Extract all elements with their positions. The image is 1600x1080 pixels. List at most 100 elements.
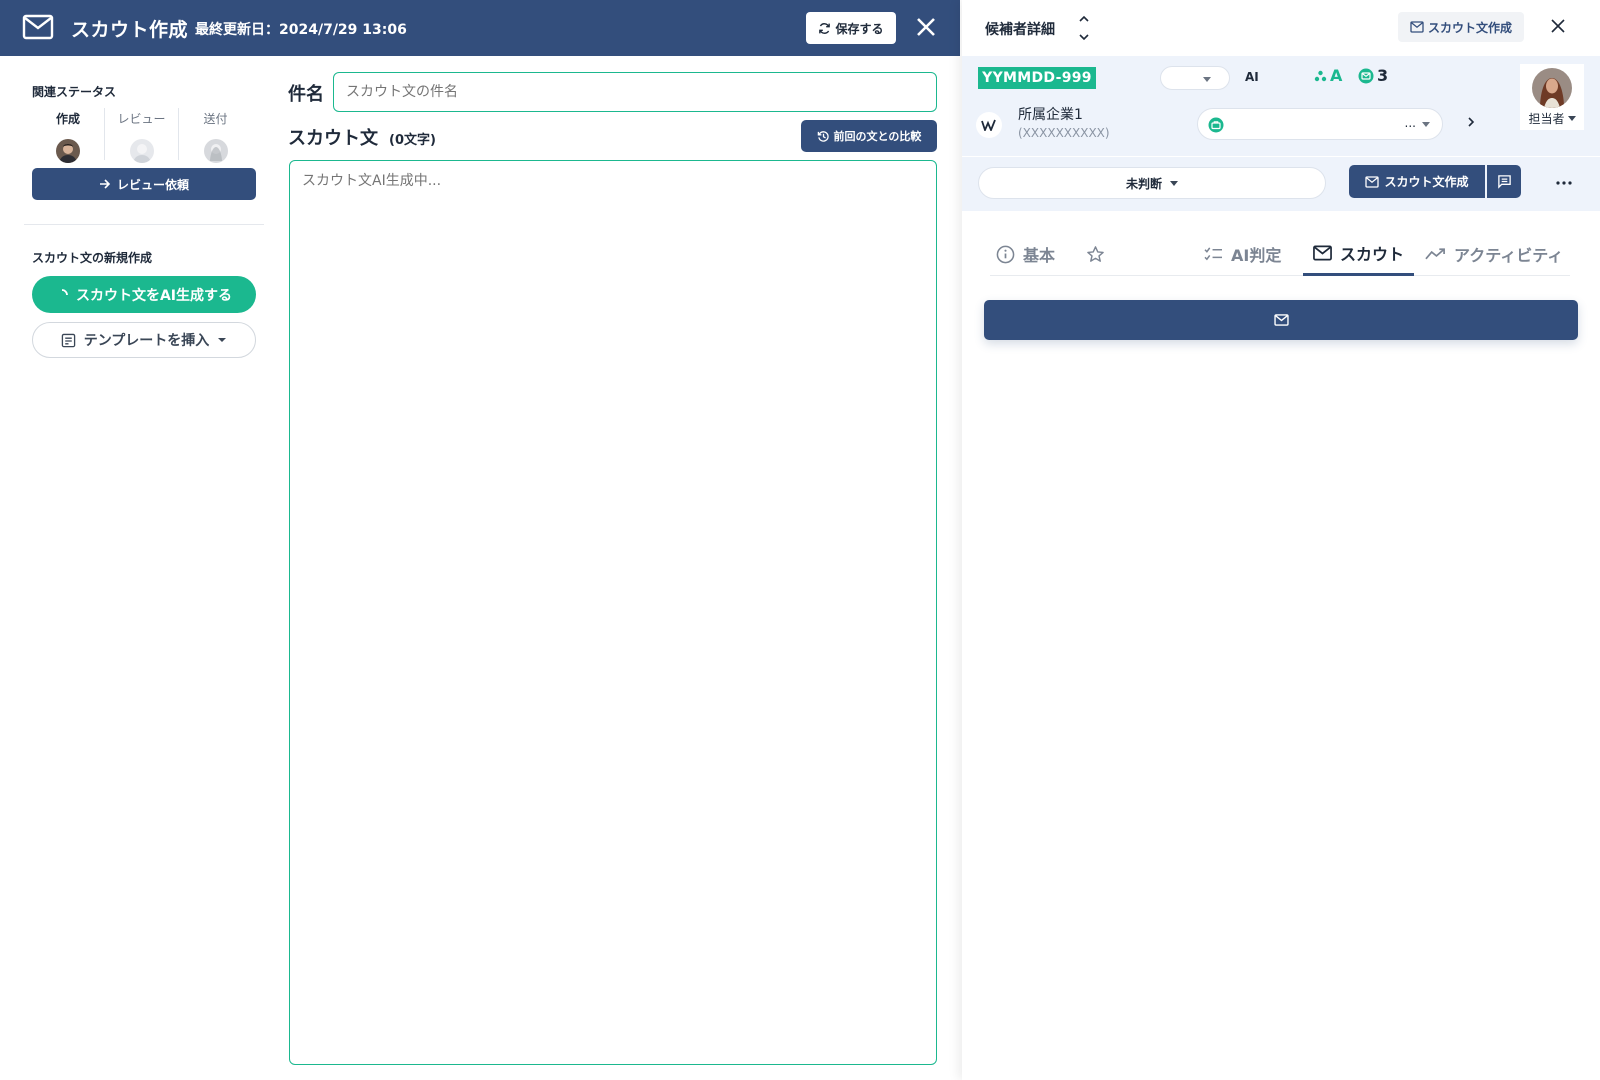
status-section-title: 関連ステータス <box>32 85 117 99</box>
scout-create-button[interactable]: スカウト文作成 <box>1349 165 1485 198</box>
judgement-value: 未判断 <box>1125 176 1162 191</box>
select-value: ... <box>1404 116 1416 130</box>
comment-button[interactable] <box>1487 165 1521 198</box>
message-count: 3 <box>1358 66 1388 85</box>
history-icon <box>817 130 830 143</box>
page-title: スカウト作成 <box>71 19 189 41</box>
ai-generate-label: スカウト文をAI生成する <box>75 287 233 304</box>
message-icon <box>1358 68 1374 84</box>
subject-label: 件名 <box>288 84 324 105</box>
candidate-summary: YYMMDD-999 AI A 3 担当者 所属企業1 (XXXXXXXXXX) <box>962 56 1600 156</box>
editor-header: スカウト作成 最終更新日：2024/7/29 13:06 保存する <box>0 0 960 56</box>
mail-icon <box>1410 21 1424 33</box>
scout-create-label: スカウト文作成 <box>1384 175 1469 189</box>
tab-label: 基本 <box>1023 246 1056 265</box>
close-editor-button[interactable] <box>915 16 937 38</box>
company-subtext: (XXXXXXXXXX) <box>1018 126 1110 140</box>
scout-body-textarea[interactable] <box>289 160 937 1065</box>
loading-spinner-icon <box>56 288 68 301</box>
prev-next-toggle[interactable] <box>1078 14 1090 42</box>
caret-down-icon <box>1422 122 1430 127</box>
tab-ai-judgement[interactable]: AI判定 <box>1204 232 1281 276</box>
detail-tabs: 基本 AI判定 スカウト アクティビティ <box>990 232 1570 276</box>
status-step-review: レビュー <box>104 108 178 163</box>
caret-down-icon <box>1203 77 1211 82</box>
status-step-label: 作成 <box>55 112 80 126</box>
comment-icon <box>1497 174 1512 189</box>
body-label: スカウト文 <box>288 128 378 149</box>
new-scout-section-title: スカウト文の新規作成 <box>32 251 153 265</box>
avatar <box>203 139 228 163</box>
tab-scout[interactable]: スカウト <box>1303 232 1415 276</box>
candidate-action-bar: 未判断 スカウト文作成 <box>962 157 1600 211</box>
new-scout-message-button[interactable] <box>984 300 1578 340</box>
tab-label: スカウト <box>1340 244 1405 264</box>
caret-down-icon <box>1567 116 1576 121</box>
star-icon <box>1086 245 1105 264</box>
template-icon <box>61 333 76 348</box>
mail-icon <box>22 14 54 40</box>
chevron-up-down-icon <box>1078 14 1090 42</box>
tab-label: アクティビティ <box>1454 246 1564 265</box>
candidate-detail-header: 候補者詳細 スカウト文作成 <box>962 0 1600 56</box>
save-button[interactable]: 保存する <box>806 12 896 44</box>
mail-icon <box>1313 244 1332 261</box>
mail-icon <box>1273 314 1289 326</box>
caret-down-icon <box>1170 180 1178 186</box>
scout-create-label: スカウト文作成 <box>1427 20 1512 35</box>
grade-value: A <box>1330 66 1343 85</box>
compare-previous-button[interactable]: 前回の文との比較 <box>801 120 937 152</box>
cluster-icon <box>1314 70 1327 82</box>
ai-generate-button[interactable]: スカウト文をAI生成する <box>32 276 256 313</box>
tab-activity[interactable]: アクティビティ <box>1425 232 1563 276</box>
status-step-send: 送付 <box>178 108 252 163</box>
checklist-icon <box>1204 246 1223 263</box>
briefcase-icon <box>1208 117 1224 133</box>
caret-down-icon <box>217 337 227 343</box>
review-request-label: レビュー依頼 <box>116 177 189 192</box>
owner-label: 担当者 <box>1528 112 1565 126</box>
character-count: (0文字) <box>389 133 436 148</box>
status-step-label: レビュー <box>117 112 166 126</box>
job-select[interactable]: ... <box>1197 108 1443 140</box>
divider <box>24 224 264 225</box>
last-updated: 最終更新日：2024/7/29 13:06 <box>195 22 407 38</box>
close-panel-button[interactable] <box>1551 19 1565 33</box>
tab-basic[interactable]: 基本 <box>996 232 1055 276</box>
subject-input[interactable] <box>333 72 937 112</box>
review-request-button[interactable]: レビュー依頼 <box>32 168 256 200</box>
avatar <box>129 139 154 163</box>
tab-favorite[interactable] <box>1086 232 1105 276</box>
compare-previous-label: 前回の文との比較 <box>833 130 922 143</box>
status-step-label: 送付 <box>203 112 228 126</box>
avatar <box>1532 68 1572 108</box>
insert-template-label: テンプレートを挿入 <box>83 333 210 349</box>
close-icon <box>915 16 937 38</box>
close-icon <box>1551 19 1565 33</box>
ai-grade: A <box>1314 66 1342 85</box>
next-company-button[interactable] <box>1467 116 1475 128</box>
tab-label: AI判定 <box>1231 246 1282 265</box>
more-options-button[interactable] <box>1550 173 1578 193</box>
sync-icon <box>818 22 831 35</box>
status-step-create: 作成 <box>31 108 105 163</box>
info-icon <box>996 245 1015 264</box>
avatar <box>56 139 80 163</box>
arrow-right-icon <box>99 178 111 190</box>
company-name: 所属企業1 <box>1018 107 1083 123</box>
ai-label: AI <box>1245 70 1259 84</box>
owner-selector[interactable]: 担当者 <box>1520 64 1584 130</box>
panel-title: 候補者詳細 <box>985 22 1055 38</box>
message-count-value: 3 <box>1377 66 1389 85</box>
candidate-detail-panel: 候補者詳細 スカウト文作成 YYMMDD-999 AI A 3 担当者 所属企業… <box>962 0 1600 1080</box>
trend-icon <box>1425 247 1446 261</box>
candidate-id-badge: YYMMDD-999 <box>978 67 1096 89</box>
judgement-select[interactable]: 未判断 <box>978 167 1326 199</box>
insert-template-button[interactable]: テンプレートを挿入 <box>32 322 256 358</box>
more-dots-icon <box>1556 181 1572 185</box>
mail-icon <box>1365 175 1380 188</box>
stage-select[interactable] <box>1160 66 1230 90</box>
chevron-right-icon <box>1467 116 1475 128</box>
header-scout-create-button[interactable]: スカウト文作成 <box>1398 12 1524 42</box>
scout-editor-panel: スカウト作成 最終更新日：2024/7/29 13:06 保存する 関連ステータ… <box>0 0 960 1080</box>
